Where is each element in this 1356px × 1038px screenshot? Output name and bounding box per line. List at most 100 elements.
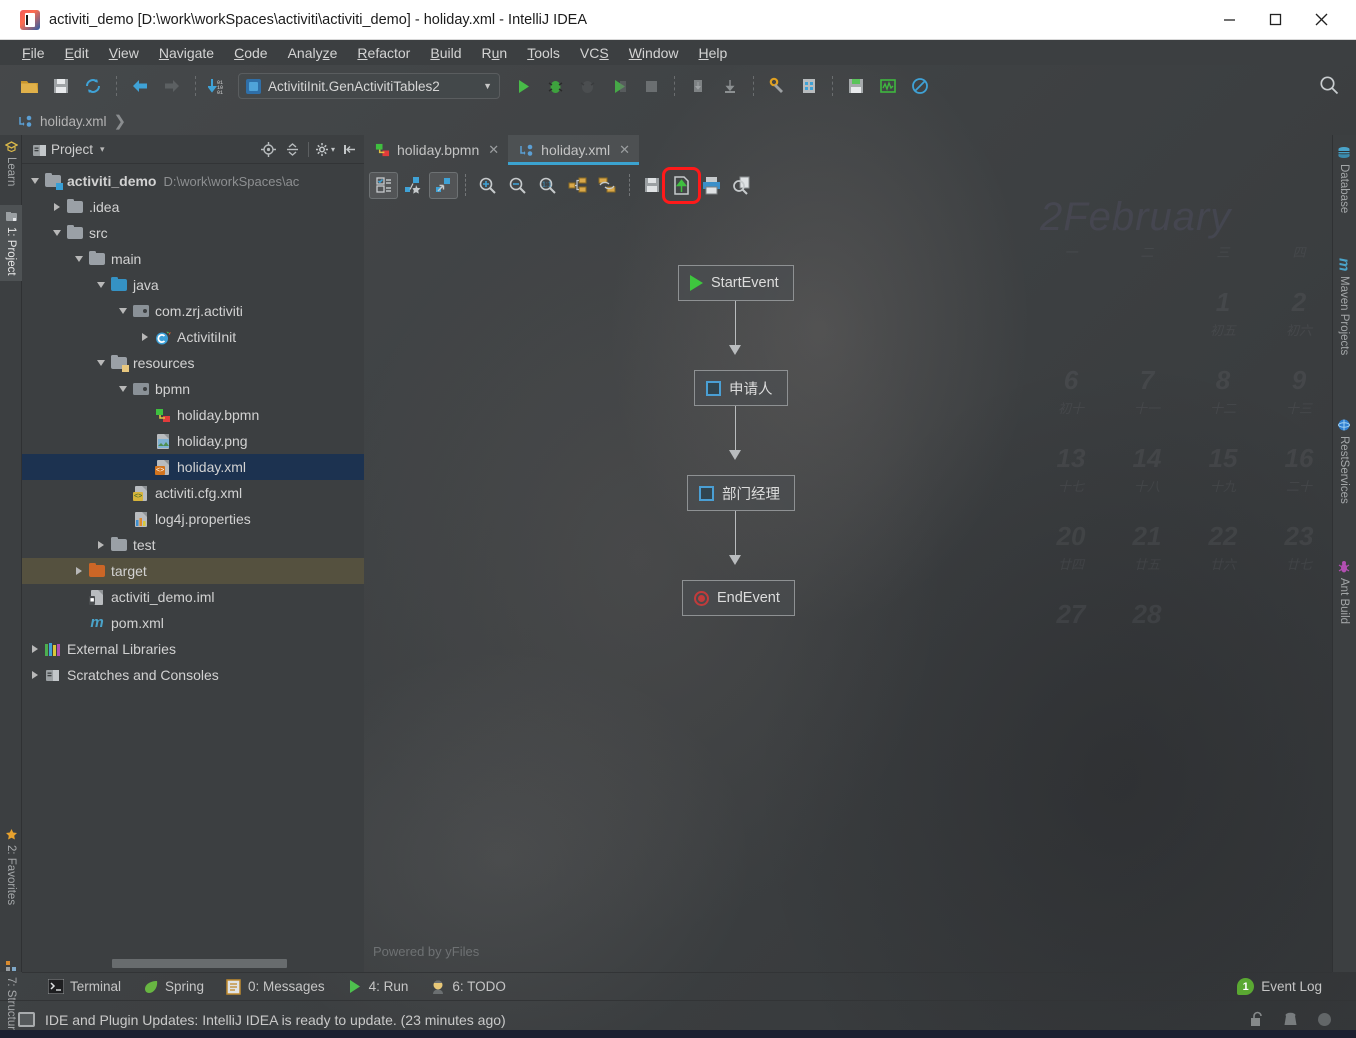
twisty-right-icon[interactable] [28, 671, 42, 679]
menu-item-tools[interactable]: Tools [517, 43, 570, 63]
sidebar-item-favorites[interactable]: 2: Favorites [0, 823, 22, 910]
sidebar-item-maven-projects[interactable]: m Maven Projects [1332, 253, 1356, 360]
twisty-down-icon[interactable] [116, 386, 130, 392]
bpmn-node-end-event[interactable]: EndEvent [682, 580, 795, 616]
bpmn-node-start-event[interactable]: StartEvent [678, 265, 794, 301]
update-app-icon[interactable] [683, 72, 713, 100]
twisty-down-icon[interactable] [50, 230, 64, 236]
tab-holiday-xml[interactable]: holiday.xml ✕ [508, 135, 640, 165]
run-with-coverage-icon[interactable] [572, 72, 602, 100]
bpmn-diagram-canvas[interactable]: StartEvent 申请人 部门经理 EndEvent Powered by … [364, 205, 1332, 972]
debug-icon[interactable] [540, 72, 570, 100]
tree-row-test[interactable]: test [22, 532, 364, 558]
sidebar-item-restservices[interactable]: RestServices [1332, 413, 1356, 509]
bottom-tool-todo[interactable]: 6: TODO [430, 979, 506, 995]
profile-icon[interactable] [604, 72, 634, 100]
sidebar-item-ant-build[interactable]: Ant Build [1332, 555, 1356, 629]
activity-monitor-icon[interactable] [873, 72, 903, 100]
maximize-button[interactable] [1252, 0, 1298, 40]
layout-hierarchy-icon[interactable] [563, 172, 592, 199]
tree-row-activiti-cfg-xml[interactable]: <> activiti.cfg.xml [22, 480, 364, 506]
bpmn-node-department-manager[interactable]: 部门经理 [687, 475, 795, 511]
twisty-right-icon[interactable] [28, 645, 42, 653]
sidebar-item-database[interactable]: Database [1332, 141, 1356, 218]
menu-item-file[interactable]: File [12, 43, 55, 63]
close-icon[interactable]: ✕ [488, 142, 499, 158]
find-icon[interactable] [727, 172, 756, 199]
tree-row-idea[interactable]: .idea [22, 194, 364, 220]
open-folder-icon[interactable] [14, 72, 44, 100]
zoom-out-icon[interactable] [503, 172, 532, 199]
twisty-down-icon[interactable] [94, 360, 108, 366]
settings-wrench-icon[interactable] [762, 72, 792, 100]
menu-item-navigate[interactable]: Navigate [149, 43, 224, 63]
tree-row-main[interactable]: main [22, 246, 364, 272]
project-structure-icon[interactable] [794, 72, 824, 100]
twisty-right-icon[interactable] [138, 333, 152, 341]
close-icon[interactable]: ✕ [619, 142, 630, 158]
hide-panel-icon[interactable] [338, 138, 360, 160]
twisty-down-icon[interactable] [116, 308, 130, 314]
export-to-file-icon[interactable] [662, 166, 701, 204]
add-node-icon[interactable] [399, 172, 428, 199]
run-icon[interactable] [508, 72, 538, 100]
search-icon[interactable] [1318, 74, 1342, 98]
tree-row-resources[interactable]: resources [22, 350, 364, 376]
twisty-down-icon[interactable] [72, 256, 86, 262]
bottom-tool-messages[interactable]: 0: Messages [226, 978, 325, 995]
fit-content-icon[interactable] [429, 171, 458, 199]
twisty-right-icon[interactable] [50, 203, 64, 211]
background-tasks-icon[interactable] [1316, 1011, 1334, 1029]
no-entry-icon[interactable] [905, 72, 935, 100]
close-button[interactable] [1298, 0, 1344, 40]
menu-item-edit[interactable]: Edit [55, 43, 99, 63]
lock-open-icon[interactable] [1248, 1011, 1266, 1029]
tree-row-holiday-bpmn[interactable]: holiday.bpmn [22, 402, 364, 428]
chevron-down-icon[interactable]: ▾ [100, 144, 105, 155]
bottom-tool-spring[interactable]: Spring [143, 979, 204, 995]
tree-row-activiti-demo[interactable]: activiti_demo D:\work\workSpaces\ac [22, 168, 364, 194]
menu-item-refactor[interactable]: Refactor [347, 43, 420, 63]
tree-row-src[interactable]: src [22, 220, 364, 246]
menu-item-build[interactable]: Build [420, 43, 471, 63]
tree-row-bpmn-folder[interactable]: bpmn [22, 376, 364, 402]
tree-row-activiti-demo-iml[interactable]: ■ activiti_demo.iml [22, 584, 364, 610]
bpmn-node-applicant[interactable]: 申请人 [694, 370, 788, 406]
zoom-in-icon[interactable] [473, 172, 502, 199]
tree-row-activitiinit[interactable]: ActivitiInit [22, 324, 364, 350]
tree-row-package[interactable]: com.zrj.activiti [22, 298, 364, 324]
tree-row-holiday-xml[interactable]: <> holiday.xml [22, 454, 364, 480]
scroll-from-source-icon[interactable] [257, 138, 279, 160]
chevron-down-icon[interactable]: ▼ [483, 81, 492, 91]
menu-item-help[interactable]: Help [689, 43, 738, 63]
tree-row-external-libraries[interactable]: External Libraries [22, 636, 364, 662]
menu-item-analyze[interactable]: Analyze [278, 43, 348, 63]
twisty-down-icon[interactable] [94, 282, 108, 288]
bottom-tool-run[interactable]: 4: Run [347, 979, 408, 995]
tree-row-target[interactable]: target [22, 558, 364, 584]
database-save-icon[interactable] [841, 72, 871, 100]
sidebar-item-learn[interactable]: Learn [0, 135, 22, 191]
menu-item-code[interactable]: Code [224, 43, 277, 63]
show-settings-icon[interactable] [369, 171, 398, 199]
print-icon[interactable] [697, 172, 726, 199]
run-configuration-selector[interactable]: ActivitiInit.GenActivitiTables2 ▼ [238, 73, 500, 99]
forward-arrow-icon[interactable] [157, 72, 187, 100]
sidebar-item-project[interactable]: 1: Project [0, 205, 22, 281]
twisty-right-icon[interactable] [94, 541, 108, 549]
collapse-all-icon[interactable] [281, 138, 303, 160]
tree-row-java[interactable]: java [22, 272, 364, 298]
stop-icon[interactable] [636, 72, 666, 100]
menu-item-window[interactable]: Window [619, 43, 689, 63]
bottom-tool-terminal[interactable]: Terminal [47, 978, 121, 995]
menu-item-vcs[interactable]: VCS [570, 43, 619, 63]
back-arrow-icon[interactable] [125, 72, 155, 100]
event-log-button[interactable]: 1 Event Log [1237, 978, 1332, 995]
twisty-down-icon[interactable] [28, 178, 42, 184]
project-tree-horizontal-scrollbar[interactable] [112, 959, 287, 968]
pull-down-icon[interactable] [715, 72, 745, 100]
compile-icon[interactable]: 01 10 01 [204, 72, 234, 100]
tree-row-pom-xml[interactable]: m pom.xml [22, 610, 364, 636]
minimize-button[interactable] [1206, 0, 1252, 40]
twisty-right-icon[interactable] [72, 567, 86, 575]
